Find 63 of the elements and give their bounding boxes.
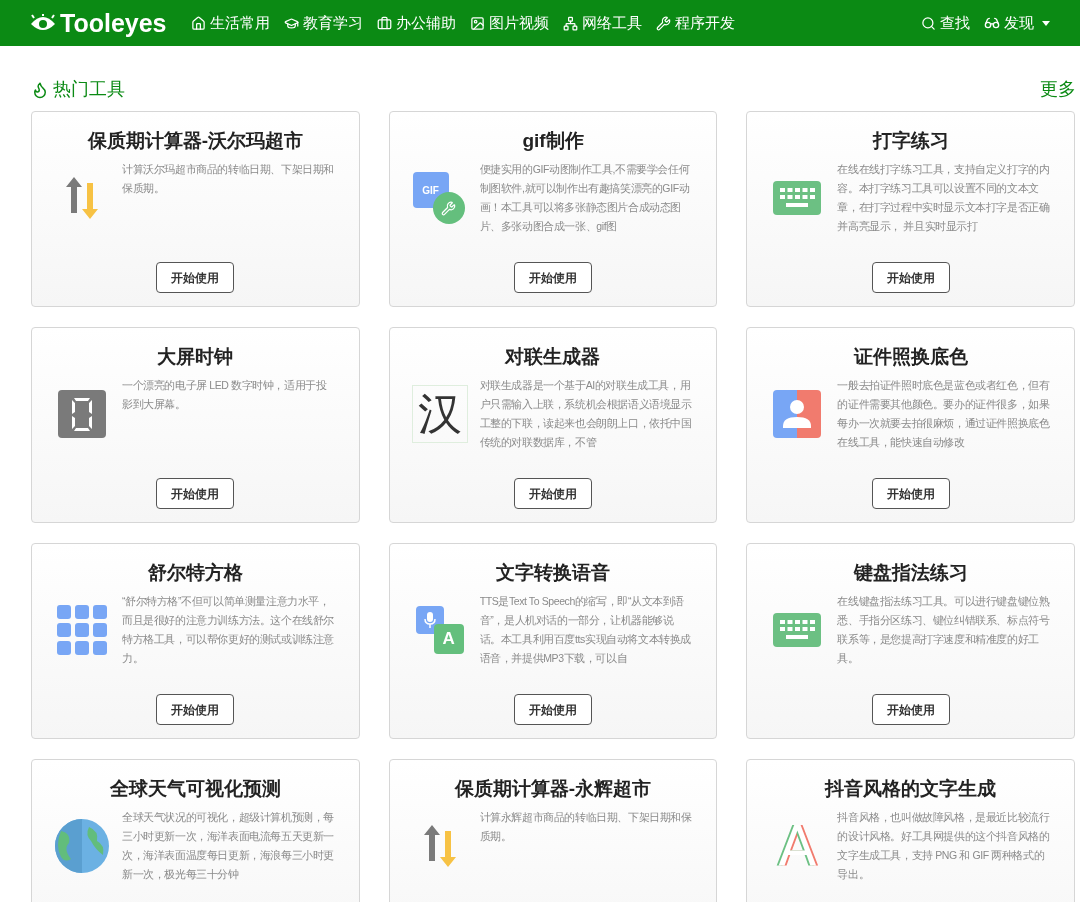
- grid-icon: [57, 605, 107, 655]
- nav-icon: [655, 15, 671, 31]
- start-button[interactable]: 开始使用: [156, 694, 235, 725]
- keyboard-icon: [773, 613, 822, 647]
- nav-link[interactable]: 网络工具: [562, 11, 642, 35]
- card-title: 保质期计算器-永辉超市: [454, 777, 652, 801]
- card-title: 键盘指法练习: [853, 561, 968, 585]
- discover-menu[interactable]: 发现: [984, 11, 1050, 35]
- card-title: 文字转换语音: [496, 561, 610, 585]
- digit-display-icon: [58, 390, 106, 438]
- start-button[interactable]: 开始使用: [514, 478, 592, 509]
- search-icon: [921, 15, 936, 31]
- card-description: “舒尔特方格”不但可以简单测量注意力水平，而且是很好的注意力训练方法。这个在线舒尔特方格工具，可以帮你更好的测试或训练注意力。: [122, 594, 334, 666]
- start-button[interactable]: 开始使用: [871, 262, 950, 293]
- card-title: 证件照换底色: [853, 345, 968, 369]
- nav-icon: [562, 15, 578, 31]
- card-title: 抖音风格的文字生成: [825, 777, 997, 801]
- glasses-icon: [984, 15, 1000, 31]
- search-link[interactable]: 查找: [921, 11, 970, 35]
- card-description: TTS是Text To Speech的缩写，即“从文本到语音”，是人机对话的一部分，让机器能够说话。本工具利用百度tts实现自动将文本转换成语音，并提供MP3下载，可以自: [479, 594, 692, 666]
- start-button[interactable]: 开始使用: [871, 694, 950, 725]
- flame-icon: [31, 80, 49, 99]
- start-button[interactable]: 开始使用: [871, 478, 950, 509]
- glitch-letter-icon: A: [773, 820, 822, 872]
- more-link[interactable]: 更多: [1040, 76, 1076, 103]
- card-title: 对联生成器: [505, 345, 601, 369]
- keyboard-icon: [773, 181, 822, 215]
- card-title: 大屏时钟: [157, 345, 234, 369]
- start-button[interactable]: 开始使用: [514, 694, 592, 725]
- nav-icon: [283, 15, 299, 31]
- eye-logo-icon: [30, 14, 56, 32]
- card-description: 计算沃尔玛超市商品的转临日期、下架日期和保质期。: [122, 162, 334, 196]
- card-description: 抖音风格，也叫做故障风格，是最近比较流行的设计风格。好工具网提供的这个抖音风格的文字生成工具，支持 PNG 和 GIF 两种格式的导出。: [837, 810, 1050, 882]
- card-description: 一般去拍证件照时底色是蓝色或者红色，但有的证件需要其他颜色。要办的证件很多，如果每办一次就要去拍很麻烦，通过证件照换底色在线工具，能快速自动修改: [837, 378, 1050, 450]
- card-title: 舒尔特方格: [147, 561, 243, 585]
- nav-icon: [376, 15, 392, 31]
- person-portrait-icon: [773, 390, 822, 438]
- card-description: 在线在线打字练习工具，支持自定义打字的内容。本打字练习工具可以设置不同的文本文章，在打字过程中实时显示文本打字是否正确并高亮显示， 并且实时显示打: [837, 162, 1050, 234]
- card-description: 对联生成器是一个基于AI的对联生成工具，用户只需输入上联，系统机会根据语义语境显示工整的下联，读起来也会朗朗上口，依托中国传统的对联数据库，不管: [479, 378, 692, 450]
- card-description: 一个漂亮的电子屏 LED 数字时钟，适用于投影到大屏幕。: [122, 378, 328, 412]
- nav-icon: [190, 15, 206, 31]
- card-description: 全球天气状况的可视化，超级计算机预测，每三小时更新一次，海洋表面电流每五天更新一次，海洋表面温度每日更新，海浪每三小时更新一次，极光每三十分钟: [122, 810, 334, 882]
- site-logo[interactable]: Tooleyes: [60, 10, 167, 36]
- globe-icon: [55, 819, 109, 873]
- nav-link[interactable]: 办公辅助: [376, 11, 456, 35]
- chinese-character-icon: 汉: [411, 385, 468, 443]
- card-description: 计算永辉超市商品的转临日期、下架日期和保质期。: [479, 810, 692, 844]
- card-description: 在线键盘指法练习工具。可以进行键盘键位熟悉、手指分区练习、键位纠错联系、标点符号联系等，是您提高打字速度和精准度的好工具。: [837, 594, 1050, 666]
- start-button[interactable]: 开始使用: [156, 478, 235, 509]
- section-title: 热门工具: [53, 78, 125, 101]
- card-title: 打字练习: [872, 129, 949, 153]
- nav-icon: [469, 15, 485, 31]
- card-title: 保质期计算器-沃尔玛超市: [87, 129, 303, 153]
- caret-icon: [1042, 20, 1050, 26]
- start-button[interactable]: 开始使用: [514, 262, 592, 293]
- nav-link[interactable]: 图片视频: [469, 11, 549, 35]
- start-button[interactable]: 开始使用: [156, 262, 235, 293]
- nav-link[interactable]: 生活常用: [190, 11, 270, 35]
- card-title: 全球天气可视化预测: [109, 777, 281, 801]
- card-title: gif制作: [522, 129, 584, 153]
- nav-link[interactable]: 教育学习: [283, 11, 363, 35]
- nav-link[interactable]: 程序开发: [655, 11, 735, 35]
- card-description: 便捷实用的GIF动图制作工具,不需要学会任何制图软件,就可以制作出有趣搞笑漂亮的GIF动画！本工具可以将多张静态图片合成动态图片、多张动图合成一张、gif图: [479, 162, 691, 234]
